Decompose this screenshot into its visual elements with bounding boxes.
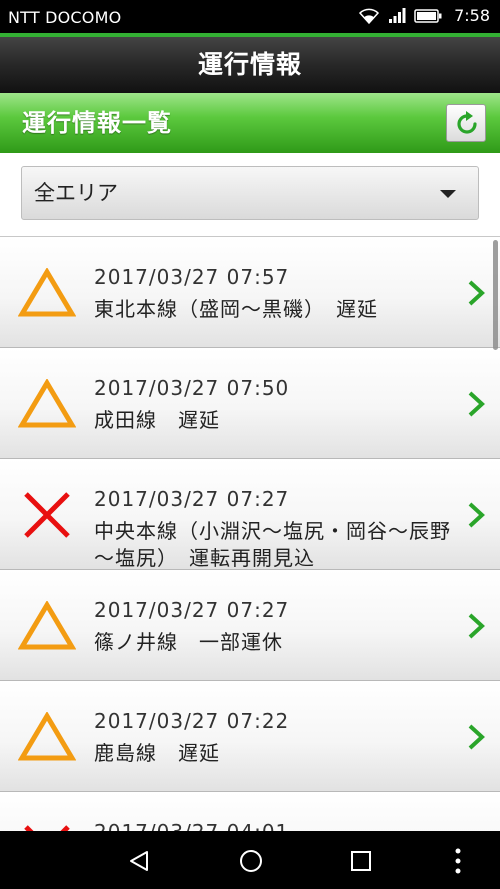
triangle-warning-icon [18,268,76,317]
area-select[interactable]: 全エリア [21,166,479,220]
item-description: 東北本線（盛岡～黒磯） 遅延 [94,297,378,321]
section-header: 運行情報一覧 [0,93,500,153]
wifi-icon [359,8,380,24]
carrier-label: NTT DOCOMO [8,8,122,27]
battery-icon [414,8,442,23]
recent-apps-icon[interactable] [351,851,371,871]
triangle-warning-icon [18,379,76,428]
chevron-right-icon[interactable] [466,501,488,529]
item-timestamp: 2017/03/27 07:22 [94,709,290,733]
dropdown-arrow-icon [440,190,456,198]
section-title: 運行情報一覧 [22,109,172,137]
app-title: 運行情報 [0,37,500,93]
triangle-warning-icon [18,712,76,761]
list-item[interactable]: 2017/03/27 07:27 中央本線（小淵沢～塩尻・岡谷～辰野～塩尻） 運転… [0,459,500,570]
item-timestamp: 2017/03/27 07:57 [94,265,290,289]
item-timestamp: 2017/03/27 07:50 [94,376,290,400]
home-icon[interactable] [239,849,263,873]
scrollbar[interactable] [493,240,498,350]
more-options-icon[interactable] [455,848,461,874]
item-description: 成田線 遅延 [94,408,220,432]
item-description: 鹿島線 遅延 [94,741,220,765]
cross-icon [24,492,70,538]
refresh-button[interactable] [446,104,486,142]
status-bar: NTT DOCOMO 7:58 [0,0,500,33]
refresh-icon [457,111,477,134]
list-item[interactable]: 2017/03/27 07:27 篠ノ井線 一部運休 [0,570,500,681]
chevron-right-icon[interactable] [466,723,488,751]
item-timestamp: 2017/03/27 07:27 [94,598,290,622]
chevron-right-icon[interactable] [466,279,488,307]
list-item[interactable]: 2017/03/27 07:57 東北本線（盛岡～黒磯） 遅延 [0,237,500,348]
nav-bar [0,831,500,889]
list-item[interactable]: 2017/03/27 07:50 成田線 遅延 [0,348,500,459]
signal-icon [389,7,406,23]
list-item[interactable]: 2017/03/27 07:22 鹿島線 遅延 [0,681,500,792]
item-timestamp: 2017/03/27 07:27 [94,487,290,511]
back-icon[interactable] [129,850,149,872]
area-select-value: 全エリア [34,181,118,205]
clock: 7:58 [454,6,490,25]
item-description: 中央本線（小淵沢～塩尻・岡谷～辰野～塩尻） 運転再開見込 [94,519,451,570]
status-icons: 7:58 [358,6,490,25]
triangle-warning-icon [18,601,76,650]
chevron-right-icon[interactable] [466,390,488,418]
status-list[interactable]: 2017/03/27 07:57 東北本線（盛岡～黒磯） 遅延 2017/03/27… [0,236,500,832]
item-description: 篠ノ井線 一部運休 [94,630,283,654]
list-item[interactable]: 2017/03/27 04:01 [0,792,500,832]
chevron-right-icon[interactable] [466,612,488,640]
